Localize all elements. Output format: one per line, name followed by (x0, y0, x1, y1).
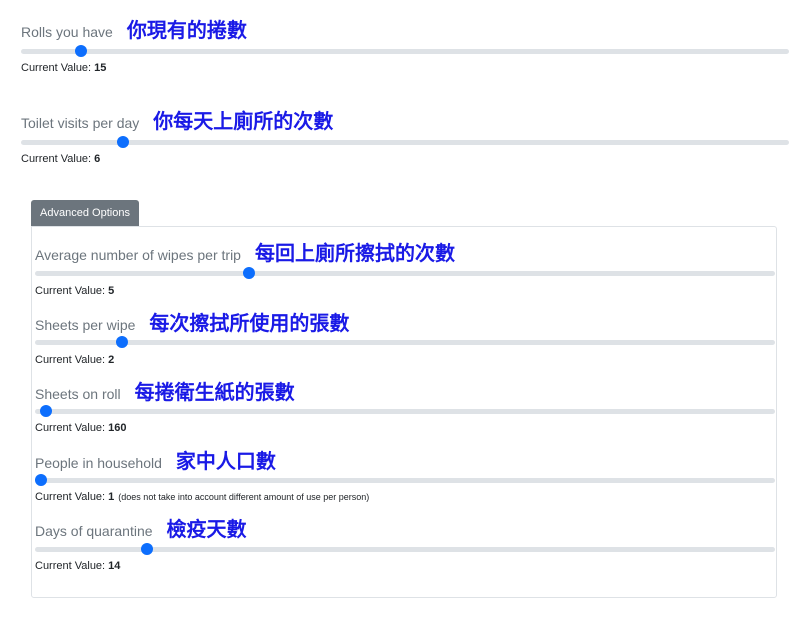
slider-rolls: Rolls you have 你現有的捲數 (21, 14, 247, 43)
people-in-household-slider-track[interactable] (34, 474, 775, 486)
days-of-quarantine-chinese-annotation: 檢疫天數 (166, 517, 247, 541)
rolls-chinese-annotation: 你現有的捲數 (126, 18, 247, 42)
rolls-value: 15 (94, 62, 107, 74)
sheets-per-wipe-slider-thumb[interactable] (115, 336, 128, 348)
slider-days-of-quarantine: Days of quarantine 檢疫天數 (35, 513, 247, 542)
rolls-label: Rolls you have (21, 24, 113, 40)
toilet-visits-value: 6 (94, 153, 101, 165)
people-in-household-current-value: Current Value: 1 (does not take into acco… (35, 491, 370, 503)
rolls-current-value: Current Value: 15 (21, 62, 107, 74)
sheets-on-roll-current-value: Current Value: 160 (35, 422, 127, 434)
people-in-household-chinese-annotation: 家中人口數 (175, 449, 276, 473)
slider-sheets-per-wipe: Sheets per wipe 每次擦拭所使用的張數 (35, 307, 349, 336)
wipes-per-trip-slider-track[interactable] (35, 267, 775, 279)
rolls-slider-thumb[interactable] (74, 45, 87, 57)
sheets-on-roll-slider-track[interactable] (35, 405, 775, 417)
people-in-household-label: People in household (35, 455, 162, 471)
toilet-visits-slider-track[interactable] (21, 136, 789, 148)
advanced-options-button[interactable]: Advanced Options (31, 200, 139, 226)
wipes-per-trip-slider-thumb[interactable] (242, 267, 255, 279)
sheets-on-roll-slider-thumb[interactable] (40, 405, 53, 417)
people-in-household-value: 1 (108, 491, 115, 503)
sheets-on-roll-label: Sheets on roll (35, 386, 121, 402)
slider-toilet-visits: Toilet visits per day 你每天上廁所的次數 (21, 105, 333, 134)
sheets-per-wipe-chinese-annotation: 每次擦拭所使用的張數 (149, 311, 350, 335)
sheets-on-roll-chinese-annotation: 每捲衛生紙的張數 (134, 380, 295, 404)
wipes-per-trip-label: Average number of wipes per trip (35, 247, 241, 263)
wipes-per-trip-current-value: Current Value: 5 (35, 285, 115, 297)
days-of-quarantine-slider-track[interactable] (35, 543, 775, 555)
rolls-slider-track[interactable] (21, 45, 789, 57)
slider-sheets-on-roll: Sheets on roll 每捲衛生紙的張數 (35, 376, 295, 405)
toilet-visits-slider-thumb[interactable] (117, 136, 130, 148)
slider-wipes-per-trip: Average number of wipes per trip 每回上廁所擦拭… (35, 237, 455, 266)
toilet-visits-chinese-annotation: 你每天上廁所的次數 (153, 109, 334, 133)
days-of-quarantine-value: 14 (108, 560, 121, 572)
sheets-per-wipe-value: 2 (108, 354, 115, 366)
toilet-visits-label: Toilet visits per day (21, 115, 140, 131)
wipes-per-trip-chinese-annotation: 每回上廁所擦拭的次數 (254, 241, 455, 265)
people-in-household-note: (does not take into account different am… (118, 492, 370, 502)
slider-people-in-household: People in household 家中人口數 (35, 445, 276, 474)
sheets-per-wipe-label: Sheets per wipe (35, 317, 136, 333)
wipes-per-trip-value: 5 (108, 285, 115, 297)
people-in-household-slider-thumb[interactable] (34, 474, 47, 486)
sheets-on-roll-value: 160 (108, 422, 127, 434)
sheets-per-wipe-slider-track[interactable] (35, 336, 775, 348)
sheets-per-wipe-current-value: Current Value: 2 (35, 354, 115, 366)
days-of-quarantine-label: Days of quarantine (35, 523, 153, 539)
days-of-quarantine-current-value: Current Value: 14 (35, 560, 121, 572)
toilet-visits-current-value: Current Value: 6 (21, 153, 101, 165)
